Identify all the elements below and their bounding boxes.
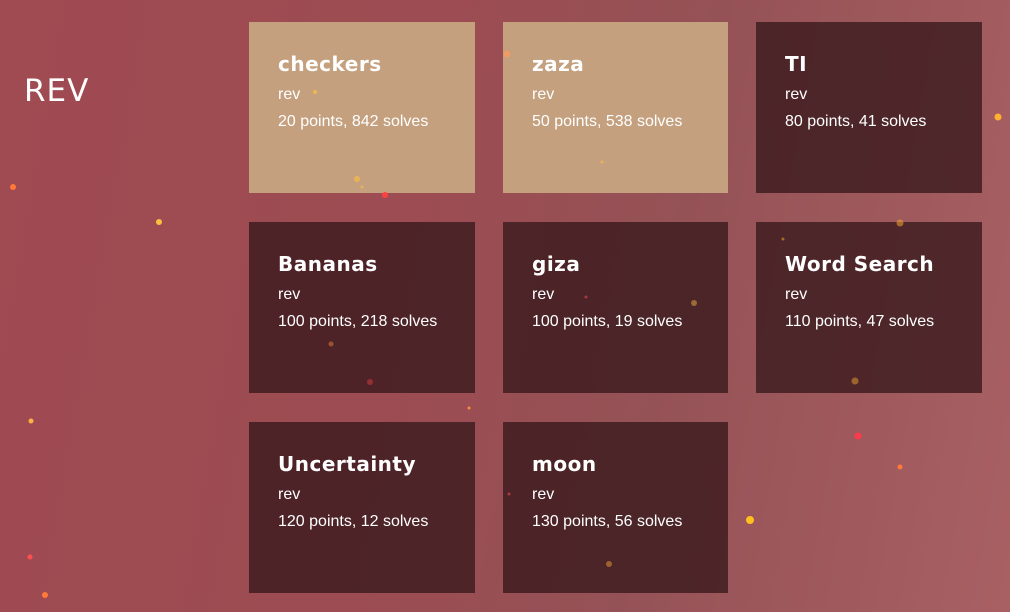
category-title: REV [24, 73, 90, 109]
challenge-stats: 130 points, 56 solves [532, 513, 683, 530]
challenge-stats: 50 points, 538 solves [532, 113, 683, 130]
challenge-category: rev [532, 86, 555, 103]
challenge-category: rev [532, 286, 555, 303]
challenge-card-bananas[interactable]: Bananas rev 100 points, 218 solves [249, 222, 475, 393]
particle [10, 184, 16, 190]
challenge-name: Uncertainty [278, 452, 417, 476]
challenge-stats: 80 points, 41 solves [785, 113, 927, 130]
challenge-card-ti[interactable]: TI rev 80 points, 41 solves [756, 22, 982, 193]
challenge-grid: checkers rev 20 points, 842 solves zaza … [249, 22, 982, 593]
challenge-card-giza[interactable]: giza rev 100 points, 19 solves [503, 222, 728, 393]
challenge-category: rev [785, 86, 808, 103]
challenge-name: TI [785, 52, 808, 76]
challenge-name: moon [532, 452, 597, 476]
challenge-name: zaza [532, 52, 585, 76]
challenge-category: rev [278, 286, 301, 303]
challenge-stats: 20 points, 842 solves [278, 113, 429, 130]
challenge-card-checkers[interactable]: checkers rev 20 points, 842 solves [249, 22, 475, 193]
challenge-category: rev [785, 286, 808, 303]
challenge-name: giza [532, 252, 581, 276]
challenge-stats: 110 points, 47 solves [785, 313, 935, 330]
challenge-stats: 120 points, 12 solves [278, 513, 429, 530]
challenge-category: rev [278, 486, 301, 503]
challenge-name: checkers [278, 52, 382, 76]
challenge-name: Word Search [785, 252, 935, 276]
challenge-card-zaza[interactable]: zaza rev 50 points, 538 solves [503, 22, 728, 193]
particle [42, 592, 48, 598]
challenge-card-word-search[interactable]: Word Search rev 110 points, 47 solves [756, 222, 982, 393]
challenge-card-moon[interactable]: moon rev 130 points, 56 solves [503, 422, 728, 593]
challenge-category: rev [532, 486, 555, 503]
particle [27, 554, 33, 560]
challenge-name: Bananas [278, 252, 378, 276]
particle [994, 113, 1002, 121]
challenge-stats: 100 points, 218 solves [278, 313, 438, 330]
challenge-category: rev [278, 86, 301, 103]
particle [28, 418, 34, 424]
challenge-stats: 100 points, 19 solves [532, 313, 683, 330]
challenge-card-uncertainty[interactable]: Uncertainty rev 120 points, 12 solves [249, 422, 475, 593]
particle [156, 219, 162, 225]
